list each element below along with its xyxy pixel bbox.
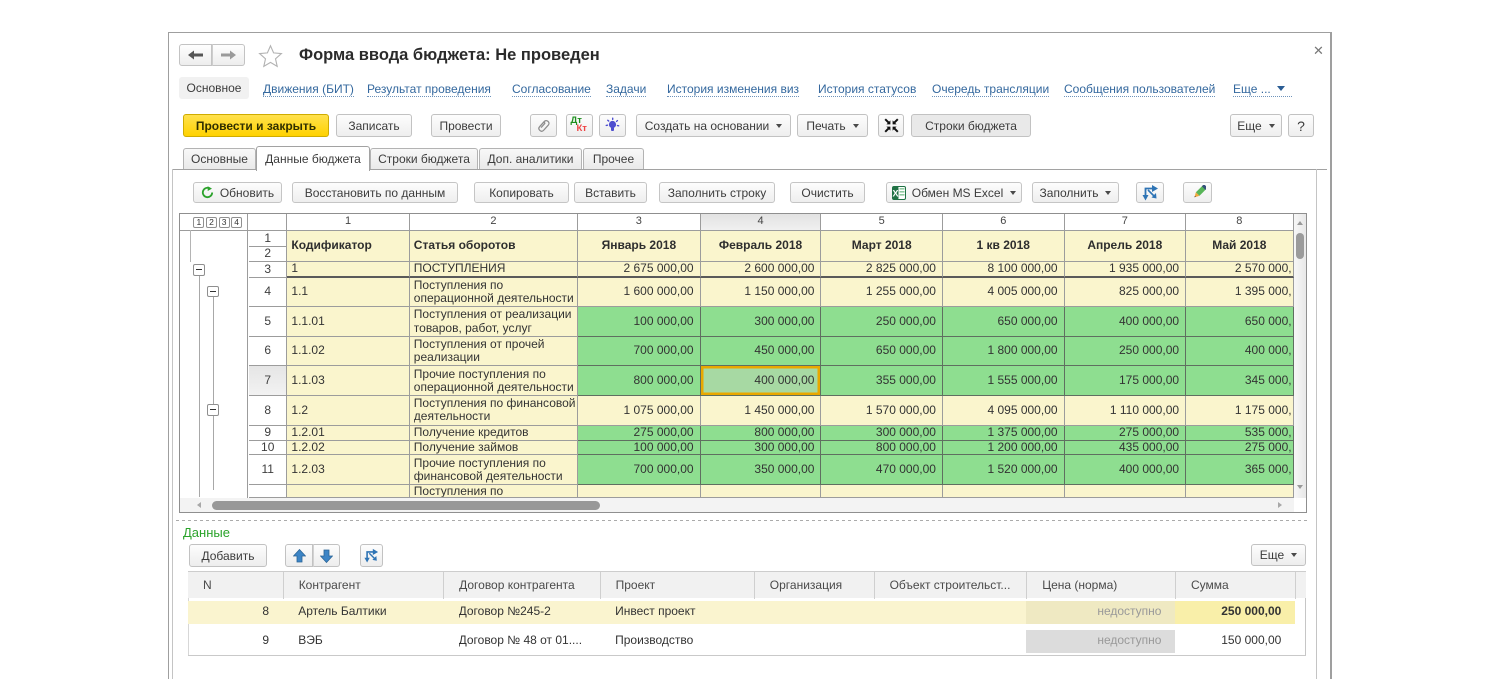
svg-text:X: X: [892, 188, 898, 198]
